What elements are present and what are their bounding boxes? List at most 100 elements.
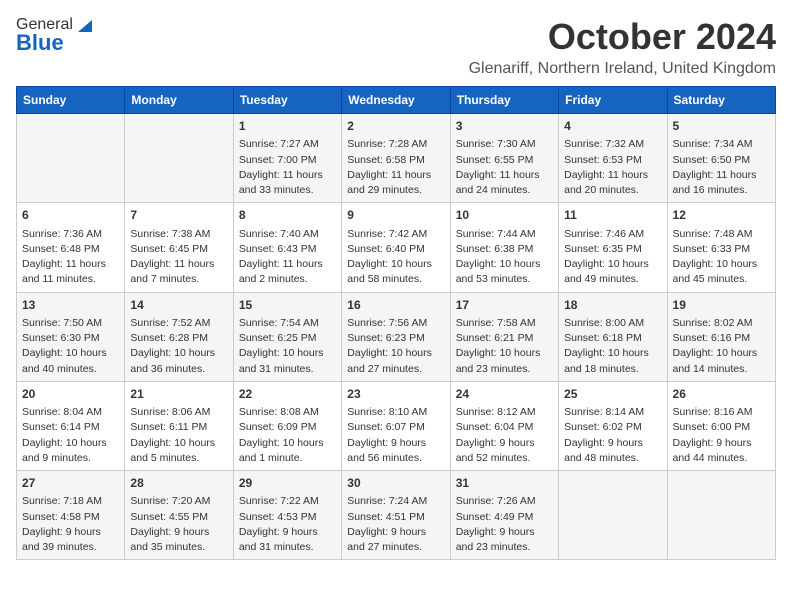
day-number: 10 <box>456 207 553 224</box>
day-number: 26 <box>673 386 770 403</box>
day-number: 31 <box>456 475 553 492</box>
day-number: 15 <box>239 297 336 314</box>
calendar-week-row: 6 Sunrise: 7:36 AM Sunset: 6:48 PM Daylig… <box>17 203 776 292</box>
calendar-cell: 17Sunrise: 7:58 AM Sunset: 6:21 PM Dayli… <box>450 292 558 381</box>
day-number: 9 <box>347 207 444 224</box>
day-info: Sunrise: 7:18 AM Sunset: 4:58 PM Dayligh… <box>22 494 119 555</box>
day-info: Sunrise: 7:26 AM Sunset: 4:49 PM Dayligh… <box>456 494 553 555</box>
day-info: Sunrise: 7:24 AM Sunset: 4:51 PM Dayligh… <box>347 494 444 555</box>
day-number: 20 <box>22 386 119 403</box>
day-number: 24 <box>456 386 553 403</box>
day-number: 18 <box>564 297 661 314</box>
day-info: Sunrise: 7:48 AM Sunset: 6:33 PM Dayligh… <box>673 227 770 288</box>
day-number: 29 <box>239 475 336 492</box>
day-number: 1 <box>239 118 336 135</box>
day-info: Sunrise: 7:44 AM Sunset: 6:38 PM Dayligh… <box>456 227 553 288</box>
day-number: 30 <box>347 475 444 492</box>
logo: General Blue <box>16 16 93 56</box>
day-number: 28 <box>130 475 227 492</box>
day-number: 17 <box>456 297 553 314</box>
day-number: 7 <box>130 207 227 224</box>
calendar-cell <box>667 471 775 560</box>
month-title: October 2024 <box>469 16 776 58</box>
day-number: 14 <box>130 297 227 314</box>
day-header-monday: Monday <box>125 87 233 114</box>
day-info: Sunrise: 7:54 AM Sunset: 6:25 PM Dayligh… <box>239 316 336 377</box>
calendar-body: 1Sunrise: 7:27 AM Sunset: 7:00 PM Daylig… <box>17 114 776 560</box>
calendar-cell: 10 Sunrise: 7:44 AM Sunset: 6:38 PM Dayli… <box>450 203 558 292</box>
day-info: Sunrise: 7:42 AM Sunset: 6:40 PM Dayligh… <box>347 227 444 288</box>
day-number: 2 <box>347 118 444 135</box>
day-number: 6 <box>22 207 119 224</box>
day-header-wednesday: Wednesday <box>342 87 450 114</box>
day-header-sunday: Sunday <box>17 87 125 114</box>
day-info: Sunrise: 8:12 AM Sunset: 6:04 PM Dayligh… <box>456 405 553 466</box>
calendar-cell: 12Sunrise: 7:48 AM Sunset: 6:33 PM Dayli… <box>667 203 775 292</box>
day-info: Sunrise: 7:56 AM Sunset: 6:23 PM Dayligh… <box>347 316 444 377</box>
calendar-cell: 20Sunrise: 8:04 AM Sunset: 6:14 PM Dayli… <box>17 381 125 470</box>
day-number: 8 <box>239 207 336 224</box>
calendar-cell: 26 Sunrise: 8:16 AM Sunset: 6:00 PM Dayli… <box>667 381 775 470</box>
day-info: Sunrise: 7:30 AM Sunset: 6:55 PM Dayligh… <box>456 137 553 198</box>
calendar-cell: 24 Sunrise: 8:12 AM Sunset: 6:04 PM Dayli… <box>450 381 558 470</box>
day-number: 4 <box>564 118 661 135</box>
calendar-cell: 2 Sunrise: 7:28 AM Sunset: 6:58 PM Daylig… <box>342 114 450 203</box>
calendar-cell: 9 Sunrise: 7:42 AM Sunset: 6:40 PM Daylig… <box>342 203 450 292</box>
day-info: Sunrise: 8:00 AM Sunset: 6:18 PM Dayligh… <box>564 316 661 377</box>
day-info: Sunrise: 8:08 AM Sunset: 6:09 PM Dayligh… <box>239 405 336 466</box>
calendar-cell: 8 Sunrise: 7:40 AM Sunset: 6:43 PM Daylig… <box>233 203 341 292</box>
calendar-cell: 22 Sunrise: 8:08 AM Sunset: 6:09 PM Dayli… <box>233 381 341 470</box>
calendar-cell: 4 Sunrise: 7:32 AM Sunset: 6:53 PM Daylig… <box>559 114 667 203</box>
calendar-week-row: 27 Sunrise: 7:18 AM Sunset: 4:58 PM Dayli… <box>17 471 776 560</box>
day-number: 3 <box>456 118 553 135</box>
calendar-cell: 25 Sunrise: 8:14 AM Sunset: 6:02 PM Dayli… <box>559 381 667 470</box>
day-info: Sunrise: 7:38 AM Sunset: 6:45 PM Dayligh… <box>130 227 227 288</box>
calendar-cell <box>125 114 233 203</box>
calendar-cell: 14Sunrise: 7:52 AM Sunset: 6:28 PM Dayli… <box>125 292 233 381</box>
day-number: 21 <box>130 386 227 403</box>
day-info: Sunrise: 8:06 AM Sunset: 6:11 PM Dayligh… <box>130 405 227 466</box>
day-info: Sunrise: 7:20 AM Sunset: 4:55 PM Dayligh… <box>130 494 227 555</box>
calendar-cell: 16 Sunrise: 7:56 AM Sunset: 6:23 PM Dayli… <box>342 292 450 381</box>
calendar-cell: 6 Sunrise: 7:36 AM Sunset: 6:48 PM Daylig… <box>17 203 125 292</box>
day-info: Sunrise: 7:36 AM Sunset: 6:48 PM Dayligh… <box>22 227 119 288</box>
calendar-cell: 21 Sunrise: 8:06 AM Sunset: 6:11 PM Dayli… <box>125 381 233 470</box>
day-number: 11 <box>564 207 661 224</box>
calendar-cell: 1Sunrise: 7:27 AM Sunset: 7:00 PM Daylig… <box>233 114 341 203</box>
calendar-header-row: SundayMondayTuesdayWednesdayThursdayFrid… <box>17 87 776 114</box>
day-info: Sunrise: 7:28 AM Sunset: 6:58 PM Dayligh… <box>347 137 444 198</box>
day-number: 22 <box>239 386 336 403</box>
calendar-cell <box>17 114 125 203</box>
day-info: Sunrise: 8:14 AM Sunset: 6:02 PM Dayligh… <box>564 405 661 466</box>
title-area: October 2024 Glenariff, Northern Ireland… <box>469 16 776 78</box>
calendar-table: SundayMondayTuesdayWednesdayThursdayFrid… <box>16 86 776 560</box>
day-info: Sunrise: 7:22 AM Sunset: 4:53 PM Dayligh… <box>239 494 336 555</box>
calendar-cell: 13 Sunrise: 7:50 AM Sunset: 6:30 PM Dayli… <box>17 292 125 381</box>
day-info: Sunrise: 7:50 AM Sunset: 6:30 PM Dayligh… <box>22 316 119 377</box>
calendar-cell: 29 Sunrise: 7:22 AM Sunset: 4:53 PM Dayli… <box>233 471 341 560</box>
calendar-cell <box>559 471 667 560</box>
day-info: Sunrise: 7:34 AM Sunset: 6:50 PM Dayligh… <box>673 137 770 198</box>
day-number: 16 <box>347 297 444 314</box>
day-info: Sunrise: 8:10 AM Sunset: 6:07 PM Dayligh… <box>347 405 444 466</box>
day-info: Sunrise: 8:02 AM Sunset: 6:16 PM Dayligh… <box>673 316 770 377</box>
calendar-cell: 28 Sunrise: 7:20 AM Sunset: 4:55 PM Dayli… <box>125 471 233 560</box>
day-header-friday: Friday <box>559 87 667 114</box>
calendar-cell: 11Sunrise: 7:46 AM Sunset: 6:35 PM Dayli… <box>559 203 667 292</box>
day-number: 27 <box>22 475 119 492</box>
day-info: Sunrise: 7:40 AM Sunset: 6:43 PM Dayligh… <box>239 227 336 288</box>
calendar-cell: 15 Sunrise: 7:54 AM Sunset: 6:25 PM Dayli… <box>233 292 341 381</box>
day-number: 25 <box>564 386 661 403</box>
day-number: 13 <box>22 297 119 314</box>
calendar-cell: 27 Sunrise: 7:18 AM Sunset: 4:58 PM Dayli… <box>17 471 125 560</box>
day-number: 23 <box>347 386 444 403</box>
calendar-week-row: 20Sunrise: 8:04 AM Sunset: 6:14 PM Dayli… <box>17 381 776 470</box>
day-info: Sunrise: 7:32 AM Sunset: 6:53 PM Dayligh… <box>564 137 661 198</box>
calendar-week-row: 13 Sunrise: 7:50 AM Sunset: 6:30 PM Dayli… <box>17 292 776 381</box>
day-header-saturday: Saturday <box>667 87 775 114</box>
calendar-cell: 5Sunrise: 7:34 AM Sunset: 6:50 PM Daylig… <box>667 114 775 203</box>
calendar-cell: 31 Sunrise: 7:26 AM Sunset: 4:49 PM Dayli… <box>450 471 558 560</box>
calendar-cell: 7 Sunrise: 7:38 AM Sunset: 6:45 PM Daylig… <box>125 203 233 292</box>
day-header-thursday: Thursday <box>450 87 558 114</box>
day-info: Sunrise: 8:16 AM Sunset: 6:00 PM Dayligh… <box>673 405 770 466</box>
